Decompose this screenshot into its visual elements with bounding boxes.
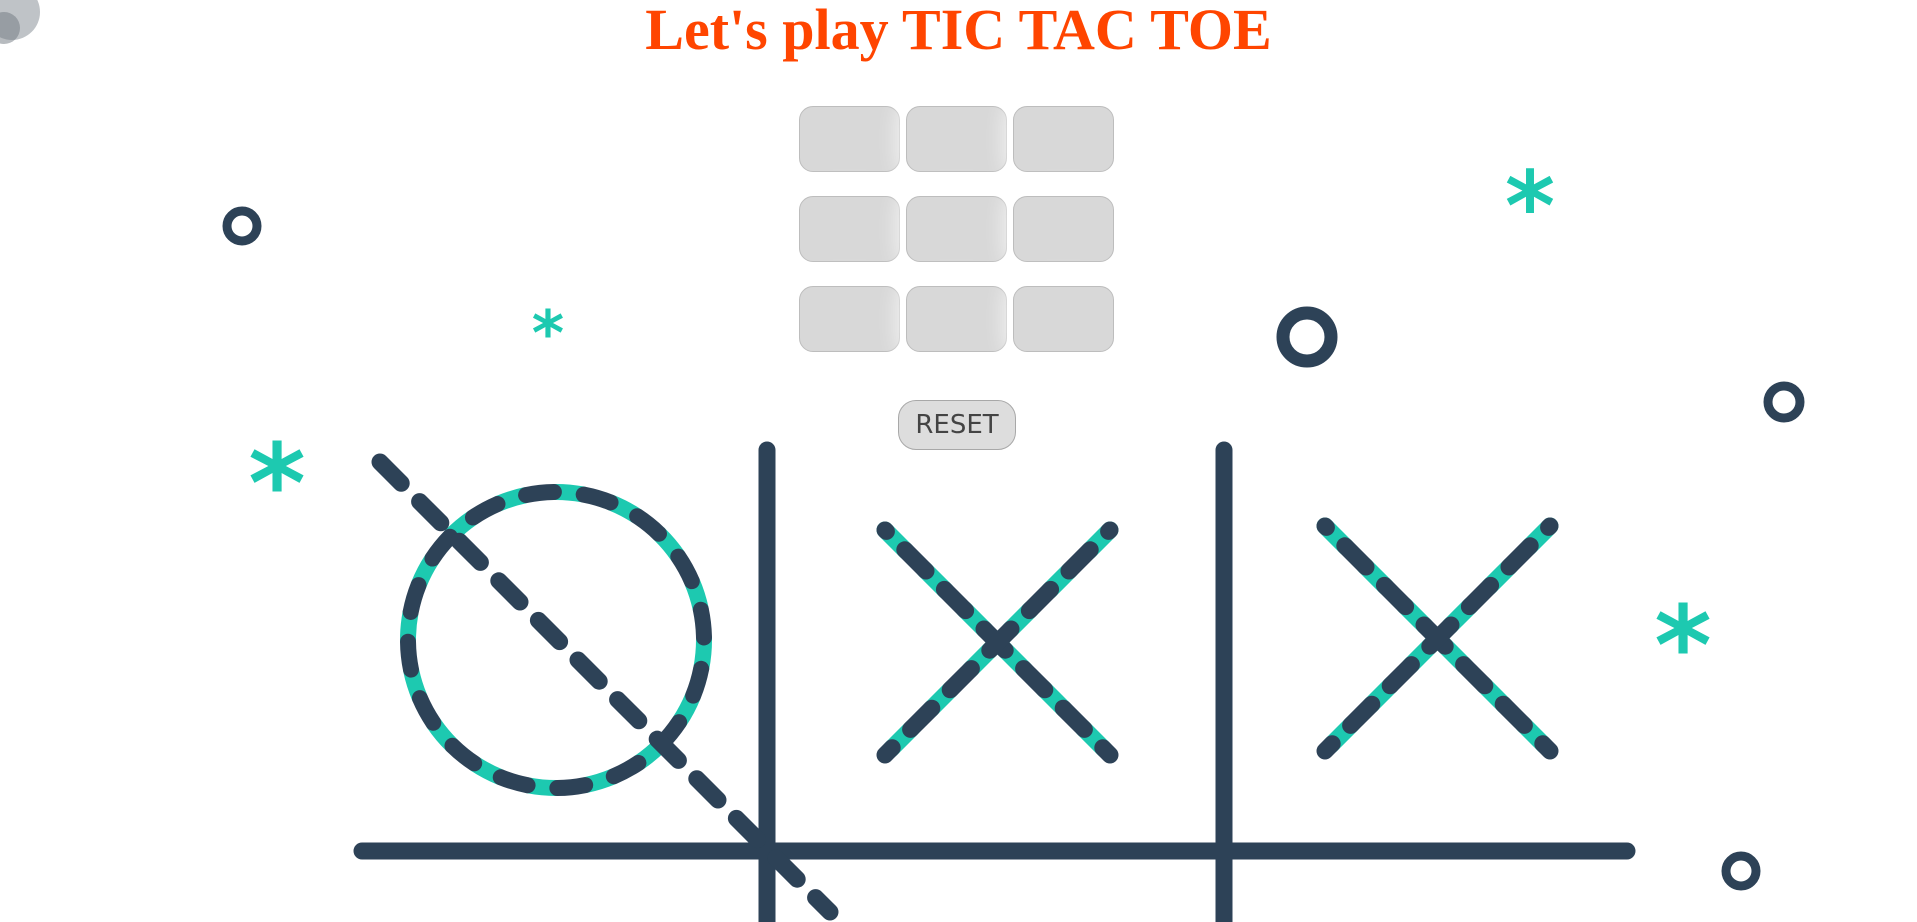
board-cell[interactable] (1013, 106, 1114, 172)
background-x-mark (1316, 517, 1559, 760)
game-board (799, 106, 1115, 355)
board-cell[interactable] (1013, 196, 1114, 262)
board-cell[interactable] (799, 286, 900, 352)
svg-text:*: * (1654, 582, 1712, 710)
background-grid (353, 441, 1636, 922)
svg-text:*: * (1505, 151, 1555, 263)
background-x-mark (876, 521, 1119, 764)
page-title: Let's play TIC TAC TOE (645, 0, 1272, 62)
board-cell[interactable] (1013, 286, 1114, 352)
board-cell[interactable] (906, 196, 1007, 262)
board-cell[interactable] (906, 106, 1007, 172)
board-cell[interactable] (906, 286, 1007, 352)
board-cell[interactable] (799, 196, 900, 262)
svg-text:*: * (532, 297, 564, 370)
reset-button[interactable]: RESET (898, 400, 1016, 450)
board-cell[interactable] (799, 106, 900, 172)
svg-text:*: * (248, 420, 306, 548)
